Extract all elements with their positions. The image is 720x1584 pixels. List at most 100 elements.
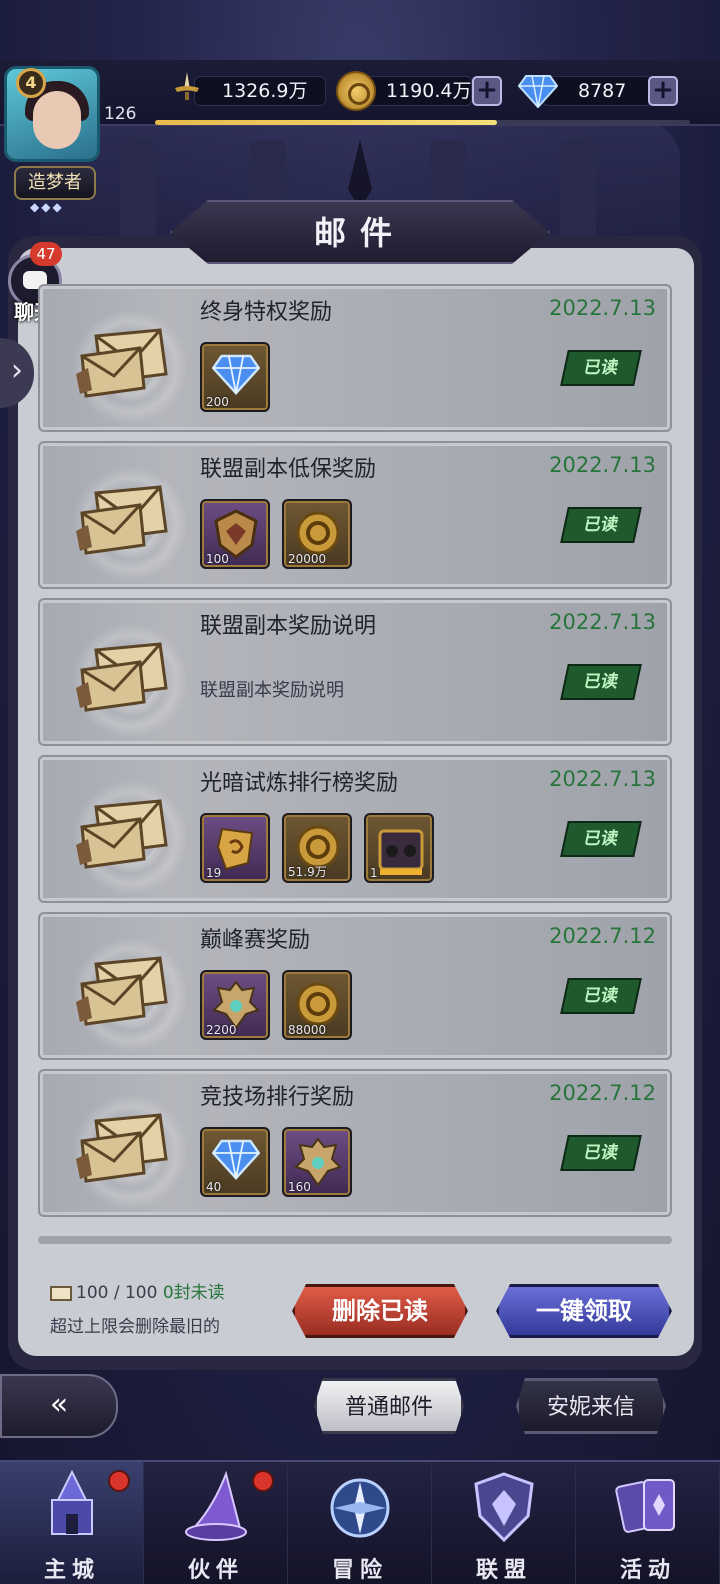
reward-item[interactable]: 1 [364, 813, 434, 883]
envelope-icon [76, 799, 168, 869]
reward-quantity: 88000 [288, 1023, 327, 1037]
reward-quantity: 100 [206, 552, 229, 566]
mail-title: 联盟副本奖励说明 [200, 614, 377, 639]
notification-dot [108, 1470, 130, 1492]
player-level-badge: 4 [16, 68, 46, 98]
read-status-badge: 已读 [560, 664, 642, 700]
player-title[interactable]: 造梦者 [14, 166, 96, 200]
nav-item-compass[interactable]: 冒险 [288, 1462, 432, 1584]
mail-item[interactable]: 终身特权奖励 2022.7.13 已读 200 [38, 284, 672, 432]
reward-item[interactable]: 100 [200, 499, 270, 569]
nav-item-wizard-hat[interactable]: 伙伴 [144, 1462, 288, 1584]
castle-icon [38, 1469, 106, 1546]
gold-resource: 1190.4万 + [336, 71, 506, 111]
mail-date: 2022.7.12 [549, 924, 656, 948]
compass-icon [326, 1470, 394, 1546]
reward-quantity: 20000 [288, 552, 327, 566]
add-gold-button[interactable]: + [472, 76, 502, 106]
reward-item[interactable]: 88000 [282, 970, 352, 1040]
mail-date: 2022.7.12 [549, 1081, 656, 1105]
player-number: 126 [104, 104, 137, 124]
mail-item[interactable]: 联盟副本奖励说明 2022.7.13 联盟副本奖励说明 已读 [38, 598, 672, 746]
reward-item[interactable]: 19 [200, 813, 270, 883]
delete-read-button[interactable]: 删除已读 [292, 1284, 468, 1338]
nav-label: 伙伴 [187, 1557, 244, 1583]
reward-item[interactable]: 2200 [200, 970, 270, 1040]
exp-bar [155, 120, 690, 125]
envelope-icon [76, 642, 168, 712]
reward-item[interactable]: 160 [282, 1127, 352, 1197]
nav-label: 活动 [619, 1557, 676, 1583]
mail-item[interactable]: 联盟副本低保奖励 2022.7.13 已读 100 20000 [38, 441, 672, 589]
mail-date: 2022.7.13 [549, 610, 656, 634]
reward-quantity: 160 [288, 1180, 311, 1194]
nav-item-shield[interactable]: 联盟 [432, 1462, 576, 1584]
power-value: 1326.9万 [222, 80, 308, 102]
envelope-icon [76, 328, 168, 398]
tab-normal-mail[interactable]: 普通邮件 [314, 1378, 464, 1434]
reward-quantity: 1 [370, 866, 378, 880]
nav-item-cards[interactable]: 活动 [576, 1462, 720, 1584]
mail-icon [50, 1285, 72, 1301]
mail-item[interactable]: 巅峰赛奖励 2022.7.12 已读 2200 88000 [38, 912, 672, 1060]
read-status-badge: 已读 [560, 821, 642, 857]
mail-title: 联盟副本低保奖励 [200, 457, 377, 482]
nav-item-castle[interactable]: 主城 [0, 1462, 144, 1584]
sword-icon [175, 72, 199, 100]
unread-count: 0封未读 [162, 1283, 225, 1303]
reward-quantity: 40 [206, 1180, 222, 1194]
nav-label: 主城 [43, 1557, 100, 1583]
mail-count-value: 100 / 100 [76, 1283, 158, 1303]
shield-icon [470, 1470, 538, 1546]
read-status-badge: 已读 [560, 1135, 642, 1171]
mail-date: 2022.7.13 [549, 296, 656, 320]
envelope-icon [76, 485, 168, 555]
claim-all-button[interactable]: 一键领取 [496, 1284, 672, 1338]
reward-item[interactable]: 40 [200, 1127, 270, 1197]
back-button[interactable]: « [0, 1374, 118, 1438]
mail-date: 2022.7.13 [549, 453, 656, 477]
chat-unread-badge: 47 [30, 242, 62, 266]
diamond-value: 8787 [578, 80, 627, 102]
mail-list-next-item [38, 1236, 672, 1244]
gold-value: 1190.4万 [386, 80, 472, 102]
reward-quantity: 2200 [206, 1023, 237, 1037]
tab-anni-mail[interactable]: 安妮来信 [516, 1378, 666, 1434]
add-diamond-button[interactable]: + [648, 76, 678, 106]
read-status-badge: 已读 [560, 978, 642, 1014]
cards-icon [614, 1470, 682, 1546]
bottom-navigation: 主城 伙伴 冒险 联盟 活动 [0, 1460, 720, 1584]
exp-fill [155, 120, 498, 125]
power-resource: 1326.9万 [168, 72, 328, 108]
nav-label: 冒险 [331, 1557, 388, 1583]
envelope-icon [76, 956, 168, 1026]
wizard-hat-icon [182, 1470, 250, 1546]
envelope-icon [76, 1113, 168, 1183]
gold-coin-icon [336, 71, 376, 111]
read-status-badge: 已读 [560, 350, 642, 386]
mail-title: 竞技场排行奖励 [200, 1085, 355, 1110]
mail-title: 光暗试炼排行榜奖励 [200, 771, 399, 796]
mail-text: 联盟副本奖励说明 [200, 680, 344, 701]
reward-item[interactable]: 200 [200, 342, 270, 412]
reward-quantity: 200 [206, 395, 229, 409]
mail-count: 100 / 100 0封未读 [50, 1278, 225, 1303]
panel-title: 邮件 [313, 214, 406, 252]
diamond-resource: 8787 + [518, 74, 682, 108]
mail-date: 2022.7.13 [549, 767, 656, 791]
reward-quantity: 19 [206, 866, 222, 880]
nav-label: 联盟 [475, 1557, 532, 1583]
mail-item[interactable]: 光暗试炼排行榜奖励 2022.7.13 已读 19 51.9万 1 [38, 755, 672, 903]
mail-list[interactable]: 终身特权奖励 2022.7.13 已读 200 联盟副本低保奖励 2022.7.… [38, 284, 672, 1240]
diamond-icon [518, 75, 558, 108]
read-status-badge: 已读 [560, 507, 642, 543]
title-stars: ◆◆◆ [30, 200, 64, 214]
reward-quantity: 51.9万 [288, 865, 327, 879]
mail-title: 终身特权奖励 [200, 300, 333, 325]
reward-item[interactable]: 51.9万 [282, 813, 352, 883]
mail-item[interactable]: 竞技场排行奖励 2022.7.12 已读 40 160 [38, 1069, 672, 1217]
mail-limit-note: 超过上限会删除最旧的 [50, 1317, 220, 1337]
mail-title: 巅峰赛奖励 [200, 928, 311, 953]
notification-dot [252, 1470, 274, 1492]
reward-item[interactable]: 20000 [282, 499, 352, 569]
